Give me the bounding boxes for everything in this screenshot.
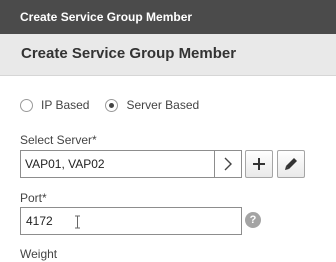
plus-icon: [253, 158, 265, 170]
select-server-field[interactable]: VAP01, VAP02: [20, 150, 214, 178]
ip-based-label[interactable]: IP Based: [41, 98, 89, 112]
add-server-button[interactable]: [245, 150, 273, 178]
panel-heading: Create Service Group Member: [21, 45, 237, 62]
edit-server-button[interactable]: [277, 150, 305, 178]
window-title-bar: Create Service Group Member: [0, 0, 336, 34]
chevron-right-icon: [224, 157, 232, 171]
pencil-icon: [285, 158, 297, 170]
member-type-radio-group: IP Based Server Based: [20, 96, 215, 114]
panel-header: Create Service Group Member: [0, 34, 336, 76]
port-label: Port*: [20, 191, 47, 205]
weight-label: Weight: [20, 247, 58, 261]
select-server-chevron-button[interactable]: [214, 150, 242, 178]
server-based-radio[interactable]: [105, 98, 119, 112]
select-server-label: Select Server*: [20, 133, 97, 147]
ip-based-radio[interactable]: [20, 98, 33, 112]
window-title: Create Service Group Member: [20, 10, 193, 24]
question-icon[interactable]: ?: [245, 212, 261, 228]
port-field[interactable]: 4172: [20, 207, 242, 235]
server-based-label[interactable]: Server Based: [126, 98, 199, 112]
text-cursor-icon: [75, 215, 80, 229]
